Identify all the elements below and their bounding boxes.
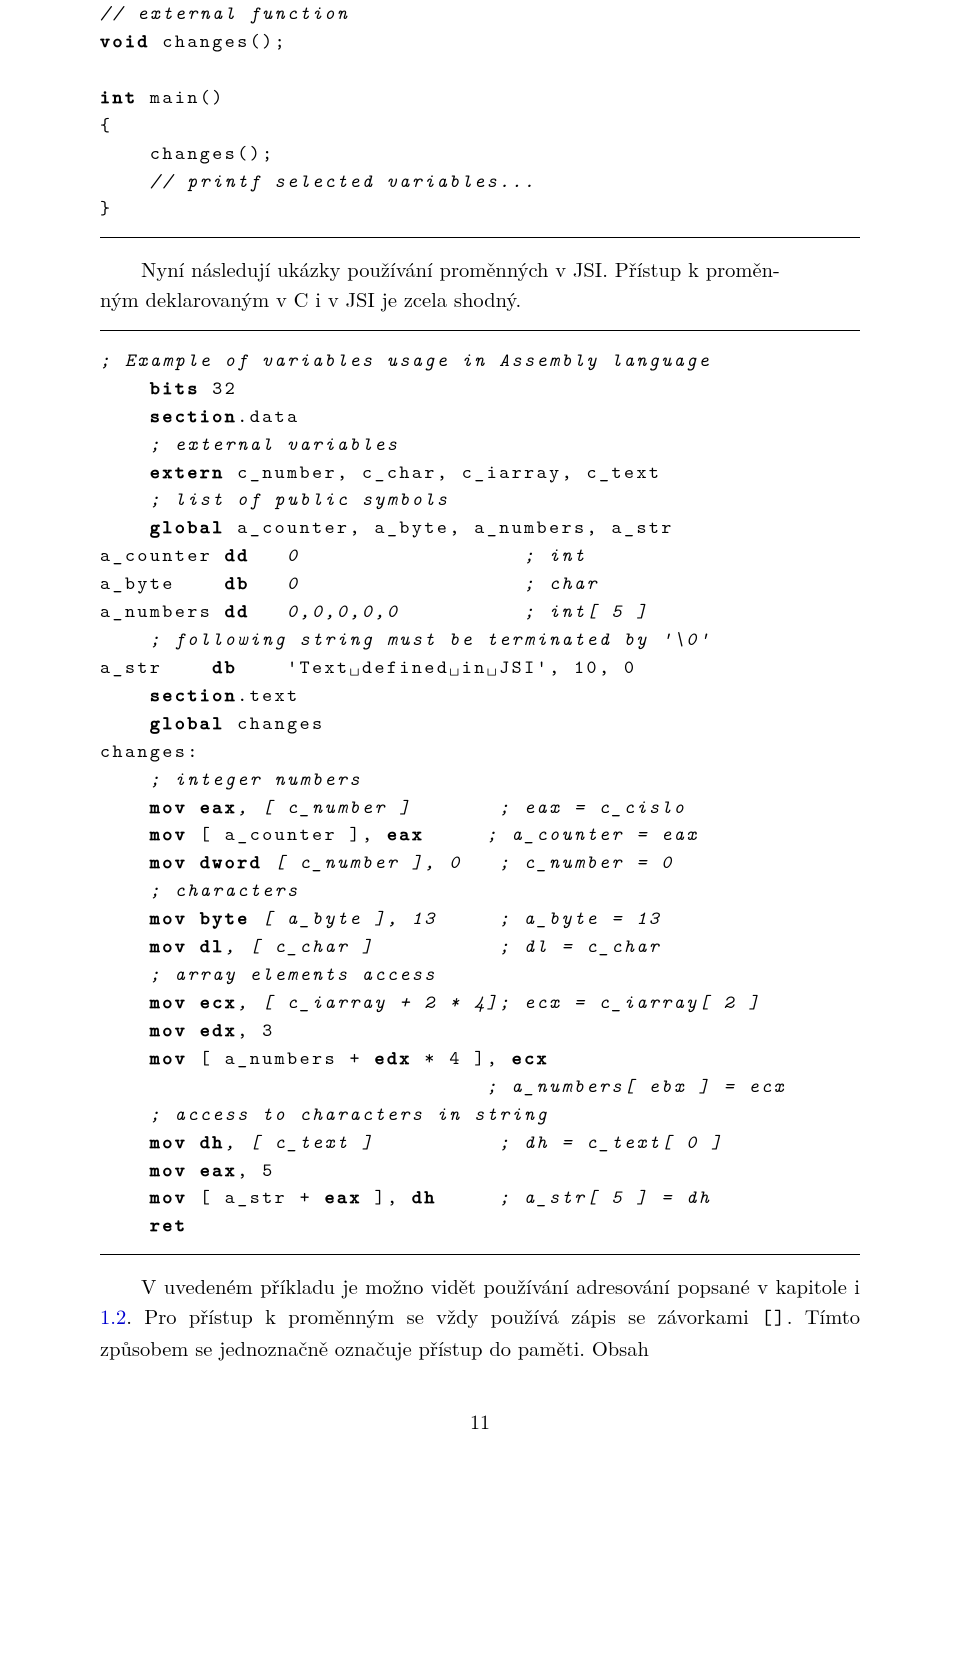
horizontal-rule (100, 237, 860, 238)
code-keyword: eax (325, 1185, 362, 1210)
code-comment: ; integer numbers (100, 767, 362, 792)
code-keyword: edx (374, 1046, 411, 1071)
code-text: , 3 (237, 1018, 274, 1043)
code-keyword: ret (150, 1213, 187, 1238)
code-keyword: mov (150, 906, 187, 931)
code-text: a_str (100, 655, 212, 680)
code-keyword: ecx (200, 990, 237, 1015)
code-text: 'Text␣defined␣in␣JSI', 10, 0 (237, 655, 636, 680)
code-keyword: mov (150, 795, 187, 820)
code-text: 0,0,0,0,0 ; int[ 5 ] (250, 599, 649, 624)
code-keyword: mov (150, 1046, 187, 1071)
code-comment: ; Example of variables usage in Assembly… (100, 348, 711, 373)
code-text: c_number, c_char, c_iarray, c_text (225, 460, 662, 485)
code-keyword: bits (150, 376, 200, 401)
code-keyword: section (150, 683, 237, 708)
code-keyword: mov (150, 1018, 187, 1043)
code-text: ∗ 4 ], (412, 1046, 512, 1071)
code-keyword: global (150, 515, 225, 540)
code-text: , [ c_char ] ; dl = c_char (225, 934, 662, 959)
code-text: changes(); (100, 141, 275, 166)
code-keyword: dword (200, 850, 262, 875)
code-keyword: mov (150, 1185, 187, 1210)
inline-code: [] (761, 1304, 787, 1331)
code-keyword: extern (150, 460, 225, 485)
code-text: a_counter (100, 543, 225, 568)
paragraph-text: . Pro přístup k proměnným se vždy použív… (126, 1301, 761, 1330)
code-keyword: void (100, 29, 150, 54)
code-comment: ; list of public symbols (100, 487, 449, 512)
code-keyword: int (100, 85, 137, 110)
code-keyword: mov (150, 1130, 187, 1155)
code-keyword: eax (200, 1158, 237, 1183)
code-text: a_byte (100, 571, 225, 596)
horizontal-rule (100, 1254, 860, 1255)
code-keyword: eax (387, 822, 424, 847)
code-comment: ; characters (100, 878, 300, 903)
code-text: [ a_counter ], (187, 822, 387, 847)
paragraph-text: ným deklarovaným v C i v JSI je zcela sh… (100, 284, 521, 313)
code-comment: ; array elements access (100, 962, 437, 987)
code-keyword: db (212, 655, 237, 680)
code-keyword: dh (200, 1130, 225, 1155)
code-keyword: mov (150, 822, 187, 847)
code-text: a_numbers (100, 599, 225, 624)
code-comment: // external function (100, 1, 350, 26)
code-text: [ a_str + (187, 1185, 324, 1210)
code-text: , [ c_number ] ; eax = c_cislo (237, 795, 686, 820)
code-keyword: ecx (512, 1046, 549, 1071)
paragraph-explanation: V uvedeném příkladu je možno vidět použí… (100, 1271, 860, 1362)
code-text: .data (237, 404, 299, 429)
code-comment: // printf selected variables... (100, 169, 537, 194)
code-keyword: global (150, 711, 225, 736)
paragraph-text: Nyní následují ukázky používání proměnný… (141, 254, 780, 283)
code-text: ; a_str[ 5 ] = dh (437, 1185, 711, 1210)
code-text: } (100, 196, 112, 221)
code-keyword: db (225, 571, 250, 596)
paragraph-intro-jsi: Nyní následují ukázky používání proměnný… (100, 254, 860, 313)
code-text: , 5 (237, 1158, 274, 1183)
code-text: main() (137, 85, 224, 110)
code-keyword: dh (412, 1185, 437, 1210)
code-comment: ; a_numbers[ ebx ] = ecx (100, 1074, 786, 1099)
code-keyword: section (150, 404, 237, 429)
code-text: changes(); (150, 29, 287, 54)
page-number: 11 (100, 1406, 860, 1435)
code-text: changes (225, 711, 325, 736)
code-comment: ; external variables (100, 432, 399, 457)
code-keyword: eax (200, 795, 237, 820)
page: // external function void changes(); int… (0, 0, 960, 1495)
code-text: changes: (100, 739, 200, 764)
code-text: .text (237, 683, 299, 708)
code-keyword: dl (200, 934, 225, 959)
code-comment: ; following string must be terminated by… (100, 627, 711, 652)
code-keyword: byte (200, 906, 250, 931)
code-keyword: dd (225, 599, 250, 624)
code-keyword: mov (150, 850, 187, 875)
code-keyword: dd (225, 543, 250, 568)
code-text: , [ c_text ] ; dh = c_text[ 0 ] (225, 1130, 724, 1155)
code-text: { (100, 113, 112, 138)
code-text: 0 ; char (250, 571, 599, 596)
code-text: [ c_number ], 0 ; c_number = 0 (262, 850, 674, 875)
code-text: , [ c_iarray + 2 ∗ 4]; ecx = c_iarray[ 2… (237, 990, 761, 1015)
code-text: 0 ; int (250, 543, 587, 568)
code-comment: ; access to characters in string (100, 1102, 549, 1127)
code-keyword: mov (150, 934, 187, 959)
code-block-external-function: // external function void changes(); int… (100, 0, 860, 223)
horizontal-rule (100, 330, 860, 331)
code-keyword: edx (200, 1018, 237, 1043)
code-text: [ a_byte ], 13 ; a_byte = 13 (250, 906, 662, 931)
code-text: ], (362, 1185, 412, 1210)
code-text: 32 (200, 376, 237, 401)
code-text: a_counter, a_byte, a_numbers, a_str (225, 515, 674, 540)
code-text: ; a_counter = eax (424, 822, 698, 847)
code-text: [ a_numbers + (187, 1046, 374, 1071)
chapter-link[interactable]: 1.2 (100, 1301, 126, 1330)
code-keyword: mov (150, 990, 187, 1015)
paragraph-text: V uvedeném příkladu je možno vidět použí… (141, 1271, 860, 1300)
code-keyword: mov (150, 1158, 187, 1183)
code-block-assembly-example: ; Example of variables usage in Assembly… (100, 347, 860, 1241)
